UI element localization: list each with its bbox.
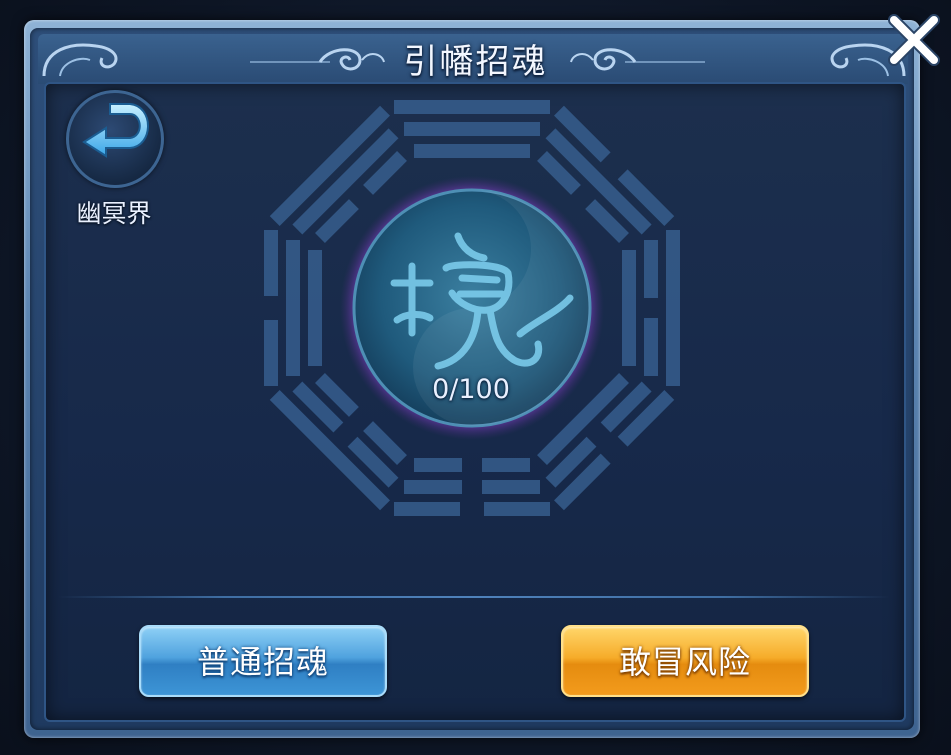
risk-summon-button[interactable]: 敢冒风险 — [561, 625, 809, 697]
close-button[interactable] — [886, 12, 942, 68]
back-label: 幽冥界 — [76, 199, 152, 228]
return-arrow-icon — [82, 103, 149, 158]
normal-summon-button[interactable]: 普通招魂 — [139, 625, 387, 697]
bagua-soul-emblem — [264, 100, 680, 516]
back-button[interactable] — [66, 90, 164, 188]
dialog-title: 引幡招魂 — [403, 42, 548, 82]
soul-progress-counter: 0/100 — [432, 374, 510, 405]
close-x-icon — [888, 14, 940, 66]
section-divider — [58, 596, 890, 598]
